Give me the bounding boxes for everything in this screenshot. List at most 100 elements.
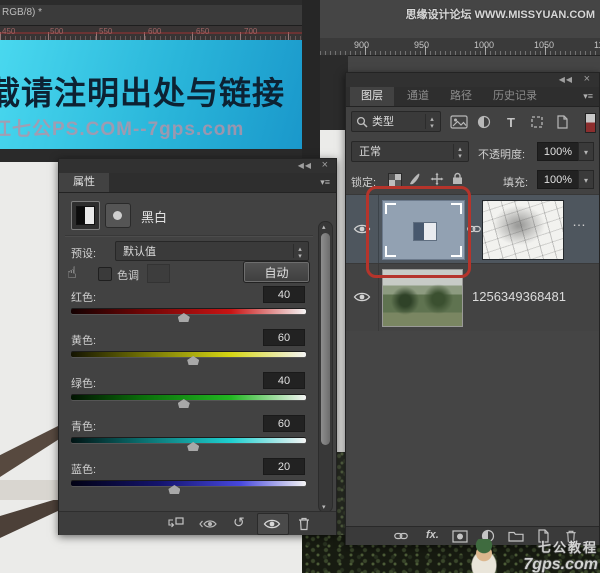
stepper-icon: ▴▾	[293, 244, 306, 258]
filter-toggle-switch[interactable]	[585, 113, 596, 133]
building-wall-shade	[0, 480, 60, 500]
layer-mask-badge-icon[interactable]	[105, 203, 131, 228]
lock-position-move-icon[interactable]	[430, 172, 444, 186]
filter-smart-object-icon[interactable]	[556, 115, 569, 129]
slider-thumb-red[interactable]	[178, 313, 190, 322]
building-roof	[0, 498, 60, 538]
slider-thumb-cyan[interactable]	[187, 442, 199, 451]
reset-adjustment-icon[interactable]: ↺	[233, 514, 245, 531]
delete-adjustment-trash-icon[interactable]	[297, 516, 311, 531]
ruler-tick-label: 950	[414, 40, 429, 50]
tint-color-swatch[interactable]	[147, 264, 170, 283]
slider-value-blue[interactable]: 20	[263, 458, 305, 475]
fill-label: 填充:	[503, 174, 528, 190]
scrollbar-thumb[interactable]	[321, 233, 330, 445]
slider-thumb-green[interactable]	[178, 399, 190, 408]
slider-value-green[interactable]: 40	[263, 372, 305, 389]
opacity-label: 不透明度:	[478, 146, 525, 162]
banner-main-text: 载请注明出处与链接	[0, 68, 302, 114]
document-titlebar[interactable]: RGB/8) *	[0, 0, 302, 26]
lock-transparency-icon[interactable]	[388, 173, 402, 187]
7gps-watermark: 七公教程 7gps.com	[466, 537, 598, 573]
horizontal-ruler-right: 900 950 1000 1050 1100	[305, 38, 600, 56]
filter-shape-layers-icon[interactable]	[530, 115, 544, 129]
opacity-caret[interactable]: ▾	[578, 142, 594, 161]
photoshop-workspace: 900 950 1000 1050 1100 思缘设计论坛 WWW.MISSYU…	[0, 0, 600, 573]
filter-type-layers-icon[interactable]: T	[504, 114, 518, 130]
preset-dropdown[interactable]: 默认值 ▴▾	[115, 241, 309, 261]
tab-properties[interactable]: 属性	[59, 173, 109, 192]
more-dots-icon: …	[572, 213, 587, 229]
layer-mask-thumbnail[interactable]	[482, 200, 564, 260]
blend-mode-value: 正常	[359, 142, 381, 163]
visibility-toggle-button[interactable]	[257, 513, 289, 535]
ruler-tick-label: 500	[50, 27, 63, 36]
view-previous-state-icon[interactable]	[199, 518, 219, 530]
divider	[65, 235, 313, 237]
preset-label: 预设:	[71, 245, 96, 261]
layers-panel: ◀◀ × 图层 通道 路径 历史记录 ▾≡ 类型 ▴▾ T	[345, 72, 600, 545]
slider-value-cyan[interactable]: 60	[263, 415, 305, 432]
slider-thumb-blue[interactable]	[168, 485, 180, 494]
slider-label-green: 绿色:	[71, 375, 96, 391]
fill-value[interactable]: 100%	[537, 170, 579, 189]
collapse-panel-icon[interactable]: ◀◀	[559, 74, 573, 86]
slider-track-green[interactable]	[71, 395, 306, 400]
filter-adjustment-layers-icon[interactable]	[477, 115, 491, 129]
stepper-icon: ▴▾	[453, 144, 466, 159]
properties-panel: ◀◀ × 属性 ▾≡ 黑白 预设: 默认值 ▴▾ ☝ 色调 自动	[58, 158, 337, 535]
close-panel-icon[interactable]: ×	[584, 73, 591, 85]
link-layers-icon[interactable]	[394, 530, 408, 542]
red-annotation-highlight	[366, 186, 471, 278]
slider-track-yellow[interactable]	[71, 352, 306, 357]
layer-style-fx-icon[interactable]: fx.	[426, 529, 439, 541]
properties-panel-header: ◀◀ ×	[59, 159, 336, 174]
layers-empty-area	[346, 331, 599, 526]
bw-glyph-dark-half	[77, 207, 85, 224]
properties-tab-row: 属性 ▾≡	[59, 173, 336, 193]
layers-tab-row: 图层 通道 路径 历史记录 ▾≡	[346, 87, 599, 107]
ruler-tick-label: 1100	[594, 40, 600, 50]
stepper-icon: ▴▾	[425, 114, 438, 129]
slider-track-red[interactable]	[71, 309, 306, 314]
scroll-down-arrow[interactable]: ▾	[322, 503, 326, 511]
targeted-adjustment-hand-icon[interactable]: ☝	[67, 263, 77, 283]
visibility-eye-icon	[263, 518, 281, 530]
opacity-value[interactable]: 100%	[537, 142, 579, 161]
slider-value-red[interactable]: 40	[263, 286, 305, 303]
blend-mode-dropdown[interactable]: 正常 ▴▾	[351, 141, 469, 162]
properties-bottom-bar: ↺	[59, 511, 336, 535]
slider-label-red: 红色:	[71, 289, 96, 305]
scrollbar[interactable]: ▴ ▾	[318, 221, 333, 513]
layer-name[interactable]: 1256349368481	[472, 289, 566, 304]
tab-channels[interactable]: 通道	[398, 87, 438, 106]
auto-button[interactable]: 自动	[244, 262, 309, 282]
visibility-eye-icon[interactable]	[353, 291, 371, 303]
tab-paths[interactable]: 路径	[442, 87, 480, 106]
mask-badge-circle	[113, 211, 122, 220]
collapse-panel-icon[interactable]: ◀◀	[298, 160, 312, 172]
lock-pixels-brush-icon[interactable]	[408, 172, 422, 186]
clip-to-layer-icon[interactable]	[167, 517, 184, 530]
slider-track-blue[interactable]	[71, 481, 306, 486]
close-panel-icon[interactable]: ×	[322, 159, 329, 171]
preset-value: 默认值	[123, 242, 156, 262]
ruler-tick-label: 600	[148, 27, 161, 36]
tab-history[interactable]: 历史记录	[484, 87, 546, 106]
missyuan-watermark: 思缘设计论坛 WWW.MISSYUAN.COM	[350, 6, 595, 22]
tab-layers[interactable]: 图层	[350, 87, 394, 106]
tint-checkbox[interactable]	[98, 267, 112, 281]
layer-filter-dropdown[interactable]: 类型 ▴▾	[351, 111, 441, 132]
banner-sub-text: 红七公PS.COM--7gps.com	[0, 114, 244, 141]
lock-all-icon[interactable]	[452, 172, 463, 185]
filter-image-layers-icon[interactable]	[450, 115, 468, 129]
panel-menu-icon[interactable]: ▾≡	[583, 92, 593, 101]
fill-caret[interactable]: ▾	[578, 170, 594, 189]
scroll-up-arrow[interactable]: ▴	[322, 223, 326, 231]
slider-thumb-yellow[interactable]	[187, 356, 199, 365]
slider-value-yellow[interactable]: 60	[263, 329, 305, 346]
slider-track-cyan[interactable]	[71, 438, 306, 443]
ruler-tick-label: 550	[99, 27, 112, 36]
slider-label-blue: 蓝色:	[71, 461, 96, 477]
panel-menu-icon[interactable]: ▾≡	[320, 178, 330, 187]
